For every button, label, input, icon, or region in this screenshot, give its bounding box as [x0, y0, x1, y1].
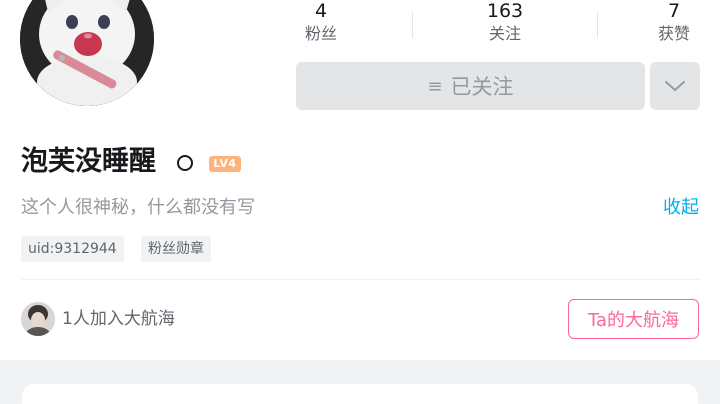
- followed-button[interactable]: ≡ 已关注: [296, 62, 645, 110]
- member-avatar-image: [21, 302, 55, 336]
- collapse-button[interactable]: 收起: [663, 195, 699, 221]
- divider: [21, 279, 700, 280]
- guard-member-avatar[interactable]: [21, 302, 55, 336]
- chevron-down-icon: [665, 81, 685, 91]
- followed-label: 已关注: [450, 75, 514, 99]
- uid-tag: uid:9312944: [21, 236, 124, 262]
- likes-label: 获赞: [657, 24, 690, 43]
- guard-button[interactable]: Ta的大航海: [568, 299, 699, 339]
- cat-avatar-image: [20, 0, 154, 106]
- menu-icon: ≡: [427, 75, 443, 97]
- signature: 这个人很神秘，什么都没有写: [21, 197, 255, 218]
- level-badge: LV4: [209, 156, 241, 172]
- stat-fans[interactable]: 4 粉丝: [281, 0, 361, 46]
- more-options-button[interactable]: [650, 62, 700, 110]
- following-label: 关注: [488, 24, 521, 43]
- likes-count: 7: [667, 0, 681, 22]
- username: 泡芙没睡醒: [21, 146, 156, 177]
- fans-count: 4: [314, 0, 328, 22]
- content-card: [22, 384, 698, 404]
- stat-divider: [412, 12, 413, 38]
- stat-likes[interactable]: 7 获赞: [634, 0, 714, 46]
- avatar[interactable]: [20, 0, 154, 106]
- gender-icon: [177, 155, 193, 171]
- fan-badge-tag[interactable]: 粉丝勋章: [141, 236, 211, 262]
- fans-label: 粉丝: [304, 24, 337, 43]
- guard-count-text: 1人加入大航海: [62, 309, 175, 329]
- stat-following[interactable]: 163 关注: [465, 0, 545, 46]
- following-count: 163: [486, 0, 524, 22]
- stat-divider: [597, 12, 598, 38]
